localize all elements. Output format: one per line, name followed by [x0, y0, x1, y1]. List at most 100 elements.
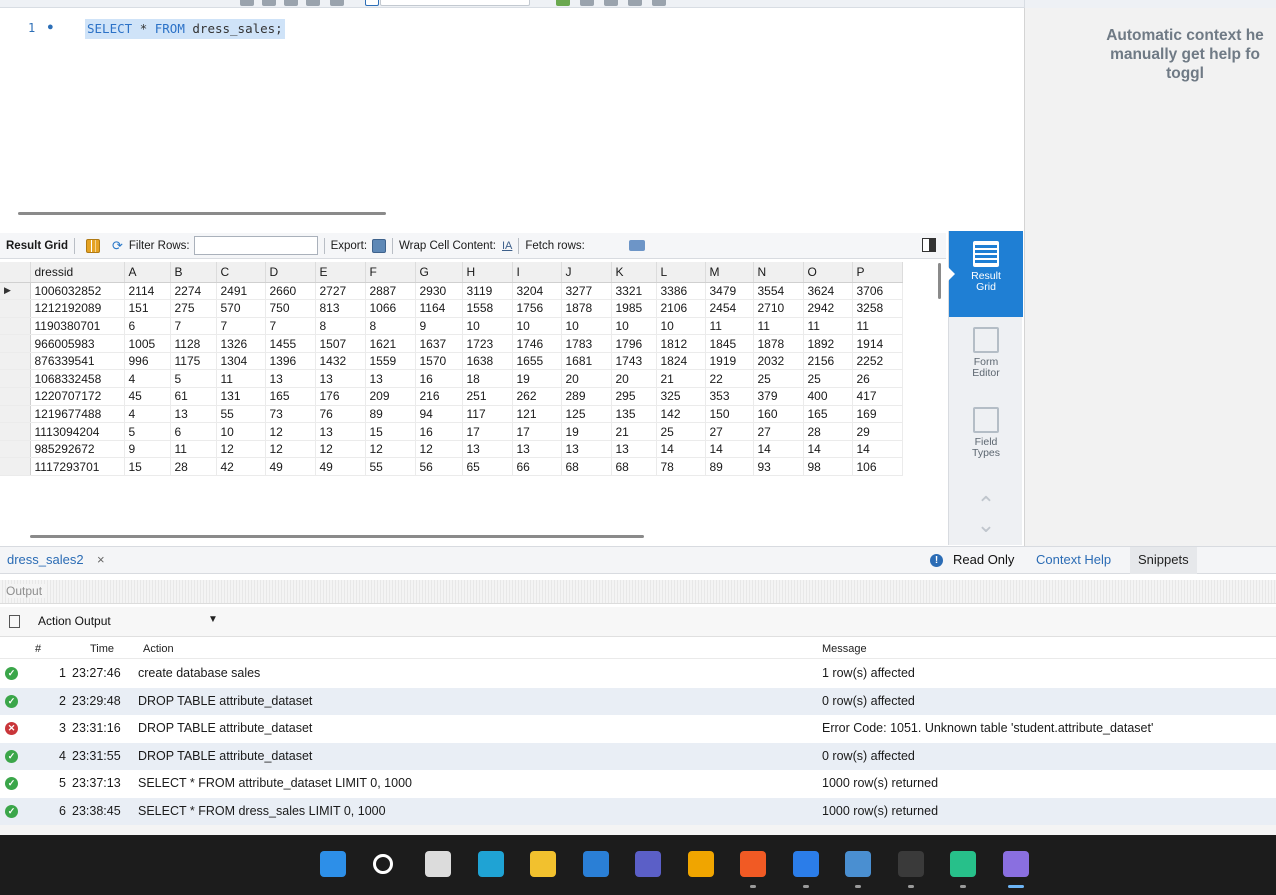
grid-cell[interactable]: 106	[852, 457, 903, 477]
grid-cell[interactable]: 10	[611, 317, 657, 336]
grid-cell[interactable]: 121	[512, 405, 562, 424]
table-row[interactable]: 1219677488 4 13 55 73 76 89 94 117 121 125 135 142 15…	[0, 405, 903, 424]
grid-cell[interactable]: 1455	[265, 334, 316, 353]
visual-studio-icon[interactable]	[635, 851, 661, 877]
grid-cell[interactable]: 25	[656, 422, 706, 441]
grid-cell[interactable]: 3554	[753, 282, 804, 301]
grid-cell[interactable]: 68	[561, 457, 612, 477]
grid-cell[interactable]: 1220707172	[30, 387, 125, 406]
table-row[interactable]: 985292672 9 11 12 12 12 12 12 13 13 13 13 14 14 14 14 14	[0, 440, 903, 459]
grid-vertical-scrollbar[interactable]	[938, 263, 941, 299]
grid-cell[interactable]: 14	[656, 440, 706, 459]
grid-cell[interactable]: 14	[705, 440, 754, 459]
grid-cell[interactable]: 1892	[803, 334, 853, 353]
row-header[interactable]	[0, 369, 31, 389]
pycharm-icon[interactable]	[950, 851, 976, 877]
grid-cell[interactable]: 3479	[705, 282, 754, 301]
grid-cell[interactable]: 150	[705, 405, 754, 424]
grid-cell[interactable]: 27	[753, 422, 804, 441]
grid-cell[interactable]: 142	[656, 405, 706, 424]
grid-cell[interactable]: 68	[611, 457, 657, 477]
column-header[interactable]: A	[124, 262, 171, 283]
grid-cell[interactable]: 5	[124, 422, 171, 441]
grid-cell[interactable]: 1117293701	[30, 457, 125, 477]
row-header[interactable]	[0, 405, 31, 424]
grid-cell[interactable]: 94	[415, 405, 463, 424]
grid-cell[interactable]: 1304	[216, 352, 266, 371]
notepad-icon[interactable]	[792, 851, 819, 877]
snippets-toggle-icon[interactable]	[652, 0, 666, 6]
grid-cell[interactable]: 2114	[124, 282, 171, 301]
grid-cell[interactable]: 10	[561, 317, 612, 336]
grid-cell[interactable]: 1559	[365, 352, 416, 371]
tab-snippets[interactable]: Snippets	[1130, 547, 1197, 574]
form-editor-button[interactable]: Form Editor	[949, 327, 1023, 379]
beautify-icon[interactable]	[556, 0, 570, 6]
grid-cell[interactable]: 12	[415, 440, 463, 459]
wrap-cell-icon[interactable]: IA	[502, 240, 512, 252]
grid-cell[interactable]: 11	[170, 440, 217, 459]
explain-icon[interactable]	[330, 0, 344, 6]
grid-cell[interactable]: 1655	[512, 352, 562, 371]
grid-cell[interactable]: 12	[315, 440, 366, 459]
grid-cell[interactable]: 325	[656, 387, 706, 406]
row-header[interactable]	[0, 352, 31, 371]
grid-cell[interactable]: 2106	[656, 299, 706, 318]
grid-cell[interactable]: 353	[705, 387, 754, 406]
grid-cell[interactable]: 1164	[415, 299, 463, 318]
grid-cell[interactable]: 165	[803, 405, 853, 424]
grid-cell[interactable]: 5	[170, 369, 217, 389]
output-type-select[interactable]: Action Output	[38, 614, 111, 628]
grid-cell[interactable]: 7	[265, 317, 316, 336]
grid-cell[interactable]: 1190380701	[30, 317, 125, 336]
grid-cell[interactable]: 289	[561, 387, 612, 406]
column-header[interactable]: M	[705, 262, 754, 283]
output-row[interactable]: ✓ 6 23:38:45 SELECT * FROM dress_sales LIMI…	[0, 797, 1276, 825]
grid-cell[interactable]: 13	[265, 369, 316, 389]
grid-horizontal-scrollbar[interactable]	[30, 535, 644, 538]
grid-cell[interactable]: 10	[216, 422, 266, 441]
grid-cell[interactable]: 3204	[512, 282, 562, 301]
limit-rows-select[interactable]	[380, 0, 530, 6]
grid-cell[interactable]: 1066	[365, 299, 416, 318]
grid-cell[interactable]: 165	[265, 387, 316, 406]
grid-cell[interactable]: 3624	[803, 282, 853, 301]
invisible-chars-icon[interactable]	[604, 0, 618, 6]
grid-cell[interactable]: 2710	[753, 299, 804, 318]
grid-cell[interactable]: 10	[512, 317, 562, 336]
grid-cell[interactable]: 12	[216, 440, 266, 459]
grid-cell[interactable]: 19	[561, 422, 612, 441]
fetch-rows-icon[interactable]	[628, 240, 645, 251]
grid-cell[interactable]: 22	[705, 369, 754, 389]
windows-start-icon[interactable]	[320, 851, 346, 877]
grid-cell[interactable]: 9	[415, 317, 463, 336]
grid-cell[interactable]: 13	[611, 440, 657, 459]
grid-cell[interactable]: 3277	[561, 282, 612, 301]
output-row[interactable]: ✓ 4 23:31:55 DROP TABLE attribute_dataset 0 …	[0, 742, 1276, 770]
grid-cell[interactable]: 16	[415, 369, 463, 389]
grid-cell[interactable]: 20	[611, 369, 657, 389]
grid-cell[interactable]: 1914	[852, 334, 903, 353]
grid-cell[interactable]: 2660	[265, 282, 316, 301]
grid-cell[interactable]: 966005983	[30, 334, 125, 353]
edge-icon[interactable]	[477, 851, 504, 877]
grid-cell[interactable]: 750	[265, 299, 316, 318]
grid-cell[interactable]: 15	[124, 457, 171, 477]
grid-cell[interactable]: 996	[124, 352, 171, 371]
row-header[interactable]	[0, 299, 31, 318]
grid-cell[interactable]: 8	[315, 317, 366, 336]
grid-cell[interactable]: 13	[315, 369, 366, 389]
output-row[interactable]: ✓ 5 23:37:13 SELECT * FROM attribute_datase…	[0, 770, 1276, 798]
grid-cell[interactable]: 11	[753, 317, 804, 336]
grid-cell[interactable]: 1845	[705, 334, 754, 353]
grid-cell[interactable]: 65	[462, 457, 513, 477]
grid-cell[interactable]: 98	[803, 457, 853, 477]
grid-cell[interactable]: 13	[561, 440, 612, 459]
close-icon[interactable]: ×	[97, 552, 105, 567]
grid-cell[interactable]: 21	[656, 369, 706, 389]
grid-cell[interactable]: 1396	[265, 352, 316, 371]
grid-cell[interactable]: 12	[265, 440, 316, 459]
grid-cell[interactable]: 1212192089	[30, 299, 125, 318]
grid-cell[interactable]: 1558	[462, 299, 513, 318]
row-header[interactable]	[0, 422, 31, 441]
